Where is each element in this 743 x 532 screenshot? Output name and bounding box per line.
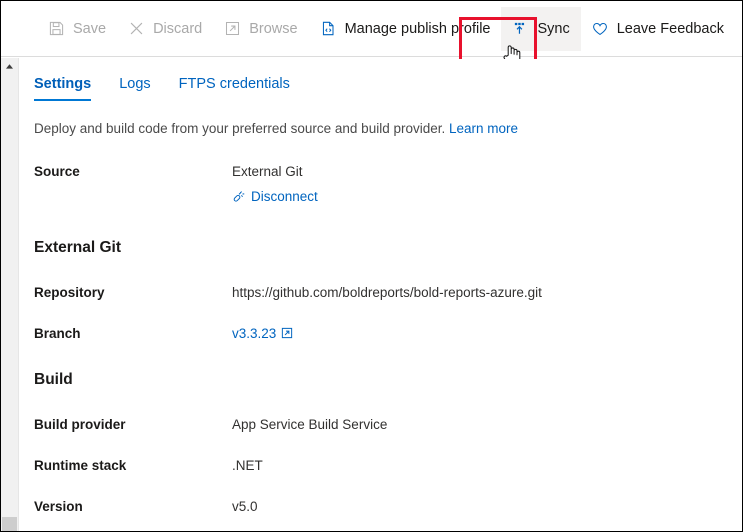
disconnect-link[interactable]: Disconnect <box>232 189 318 204</box>
discard-button[interactable]: Discard <box>117 7 213 51</box>
branch-value: v3.3.23 <box>232 325 277 341</box>
command-toolbar: Save Discard Browse Manage publish profi… <box>1 1 742 57</box>
runtime-stack-label: Runtime stack <box>34 457 127 473</box>
branch-row: Branch v3.3.23 <box>34 326 742 341</box>
browse-label: Browse <box>249 20 298 37</box>
tab-logs-label: Logs <box>119 76 151 92</box>
learn-more-link[interactable]: Learn more <box>449 121 518 136</box>
settings-panel: Settings Logs FTPS credentials Deploy an… <box>19 59 742 531</box>
discard-label: Discard <box>153 20 203 37</box>
save-button[interactable]: Save <box>37 7 117 51</box>
save-icon <box>48 20 65 37</box>
source-label: Source <box>34 164 80 179</box>
leave-feedback-button[interactable]: Leave Feedback <box>581 7 735 51</box>
tab-ftps-credentials[interactable]: FTPS credentials <box>179 76 290 101</box>
disconnect-label: Disconnect <box>251 189 318 204</box>
manage-publish-profile-label: Manage publish profile <box>344 20 491 37</box>
sync-button[interactable]: Sync <box>501 6 581 51</box>
build-provider-label: Build provider <box>34 416 126 432</box>
tab-logs[interactable]: Logs <box>119 76 150 101</box>
version-value: v5.0 <box>232 498 258 514</box>
broken-link-icon <box>232 190 246 204</box>
repository-value: https://github.com/boldreports/bold-repo… <box>232 284 542 300</box>
tab-settings-label: Settings <box>34 76 92 92</box>
browse-external-icon <box>224 20 241 37</box>
tab-bar: Settings Logs FTPS credentials <box>19 59 742 101</box>
scroll-up-arrow-icon[interactable] <box>4 61 15 72</box>
save-label: Save <box>73 20 107 37</box>
runtime-stack-row: Runtime stack .NET <box>34 458 742 473</box>
version-row: Version v5.0 <box>34 499 742 514</box>
discard-x-icon <box>128 20 145 37</box>
heart-icon <box>592 20 609 37</box>
branch-link[interactable]: v3.3.23 <box>232 326 293 341</box>
panel-description: Deploy and build code from your preferre… <box>34 120 742 138</box>
panel-description-text: Deploy and build code from your preferre… <box>34 121 446 136</box>
tab-settings[interactable]: Settings <box>34 76 92 101</box>
sync-label: Sync <box>537 20 570 37</box>
source-value-group: External Git Disconnect <box>232 164 318 207</box>
external-link-icon <box>281 327 293 339</box>
source-row: Source External Git Disconnect <box>34 164 742 207</box>
source-value: External Git <box>232 164 303 179</box>
repository-label: Repository <box>34 284 105 300</box>
version-label: Version <box>34 498 83 514</box>
branch-label: Branch <box>34 325 81 341</box>
runtime-stack-value: .NET <box>232 457 263 473</box>
leave-feedback-label: Leave Feedback <box>616 20 724 37</box>
publish-profile-icon <box>320 20 337 37</box>
browse-button[interactable]: Browse <box>213 7 308 51</box>
sync-upload-icon <box>512 20 529 37</box>
branch-value-group: v3.3.23 <box>232 326 293 341</box>
manage-publish-profile-button[interactable]: Manage publish profile <box>309 7 502 51</box>
tab-ftps-credentials-label: FTPS credentials <box>178 76 290 92</box>
repository-row: Repository https://github.com/boldreport… <box>34 285 742 300</box>
build-provider-row: Build provider App Service Build Service <box>34 417 742 432</box>
external-git-heading: External Git <box>34 238 121 256</box>
vertical-scrollbar[interactable] <box>1 58 19 531</box>
build-provider-value: App Service Build Service <box>232 416 388 432</box>
scrollbar-thumb[interactable] <box>2 517 17 531</box>
app-window: Save Discard Browse Manage publish profi… <box>0 0 743 532</box>
build-heading: Build <box>34 370 73 388</box>
